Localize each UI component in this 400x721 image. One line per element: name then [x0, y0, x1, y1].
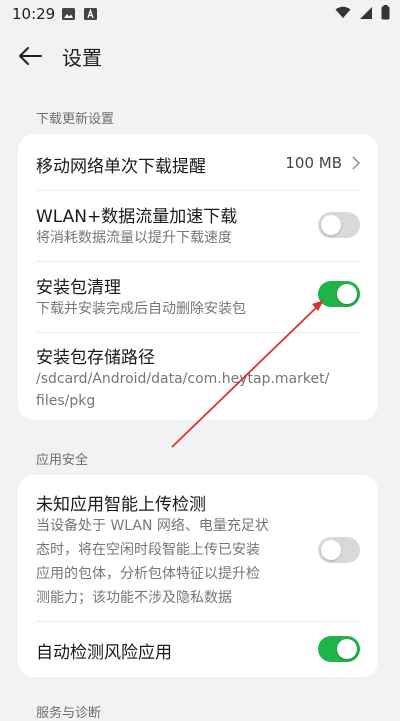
smart-upload-toggle[interactable]: [318, 537, 360, 563]
package-cleanup-label: 安装包清理: [36, 278, 121, 298]
wlan-boost-row: WLAN+数据流量加速下载 将消耗数据流量以提升下载速度: [18, 191, 378, 261]
smart-upload-desc-line3: 应用的包体，分析包体特征以提升检: [36, 566, 260, 582]
storage-path-row[interactable]: 安装包存储路径 /sdcard/Android/data/com.heytap.…: [18, 333, 378, 420]
storage-path-line2: files/pkg: [36, 393, 96, 409]
section-title-service-diagnostics: 服务与诊断: [36, 706, 102, 721]
signal-icon: [360, 6, 372, 19]
app-header: 设置: [0, 36, 400, 76]
smart-upload-desc-line2: 态时，将在空闲时段智能上传已安装: [36, 542, 260, 558]
auto-detect-toggle[interactable]: [318, 636, 360, 662]
package-cleanup-row: 安装包清理 下载并安装完成后自动删除安装包: [18, 262, 378, 332]
storage-path-line1: /sdcard/Android/data/com.heytap.market/: [36, 371, 330, 387]
auto-detect-row: 自动检测风险应用: [18, 622, 378, 677]
wifi-icon: [335, 6, 351, 18]
smart-upload-desc-line4: 测能力；该功能不涉及隐私数据: [36, 590, 232, 606]
package-cleanup-toggle[interactable]: [318, 281, 360, 307]
toggle-knob: [337, 639, 357, 659]
page-title: 设置: [62, 46, 102, 70]
battery-icon: [381, 5, 390, 20]
gallery-icon: [62, 8, 75, 20]
section-title-app-security: 应用安全: [36, 453, 89, 468]
mobile-reminder-label: 移动网络单次下载提醒: [36, 157, 206, 177]
toggle-knob: [321, 215, 341, 235]
package-cleanup-description: 下载并安装完成后自动删除安装包: [36, 301, 246, 317]
status-time: 10:29: [12, 5, 56, 23]
smart-upload-row: 未知应用智能上传检测 当设备处于 WLAN 网络、电量充足状 态时，将在空闲时段…: [18, 475, 378, 621]
back-arrow-icon[interactable]: [16, 42, 44, 70]
app-security-card: 未知应用智能上传检测 当设备处于 WLAN 网络、电量充足状 态时，将在空闲时段…: [18, 475, 378, 677]
toggle-knob: [337, 284, 357, 304]
mobile-reminder-value: 100 MB: [285, 154, 342, 172]
toggle-knob: [321, 540, 341, 560]
wlan-boost-label: WLAN+数据流量加速下载: [36, 207, 238, 227]
chevron-right-icon: [352, 156, 361, 170]
mobile-download-reminder-row[interactable]: 移动网络单次下载提醒 100 MB: [18, 134, 378, 190]
auto-detect-label: 自动检测风险应用: [36, 643, 172, 663]
font-icon: [84, 8, 97, 20]
smart-upload-label: 未知应用智能上传检测: [36, 495, 206, 515]
status-bar: 10:29: [0, 0, 400, 28]
status-icons: [335, 5, 390, 20]
smart-upload-desc-line1: 当设备处于 WLAN 网络、电量充足状: [36, 518, 269, 534]
storage-path-label: 安装包存储路径: [36, 348, 155, 368]
download-settings-card: 移动网络单次下载提醒 100 MB WLAN+数据流量加速下载 将消耗数据流量以…: [18, 134, 378, 420]
wlan-boost-toggle[interactable]: [318, 212, 360, 238]
wlan-boost-description: 将消耗数据流量以提升下载速度: [36, 230, 232, 246]
section-title-download: 下载更新设置: [36, 112, 115, 127]
